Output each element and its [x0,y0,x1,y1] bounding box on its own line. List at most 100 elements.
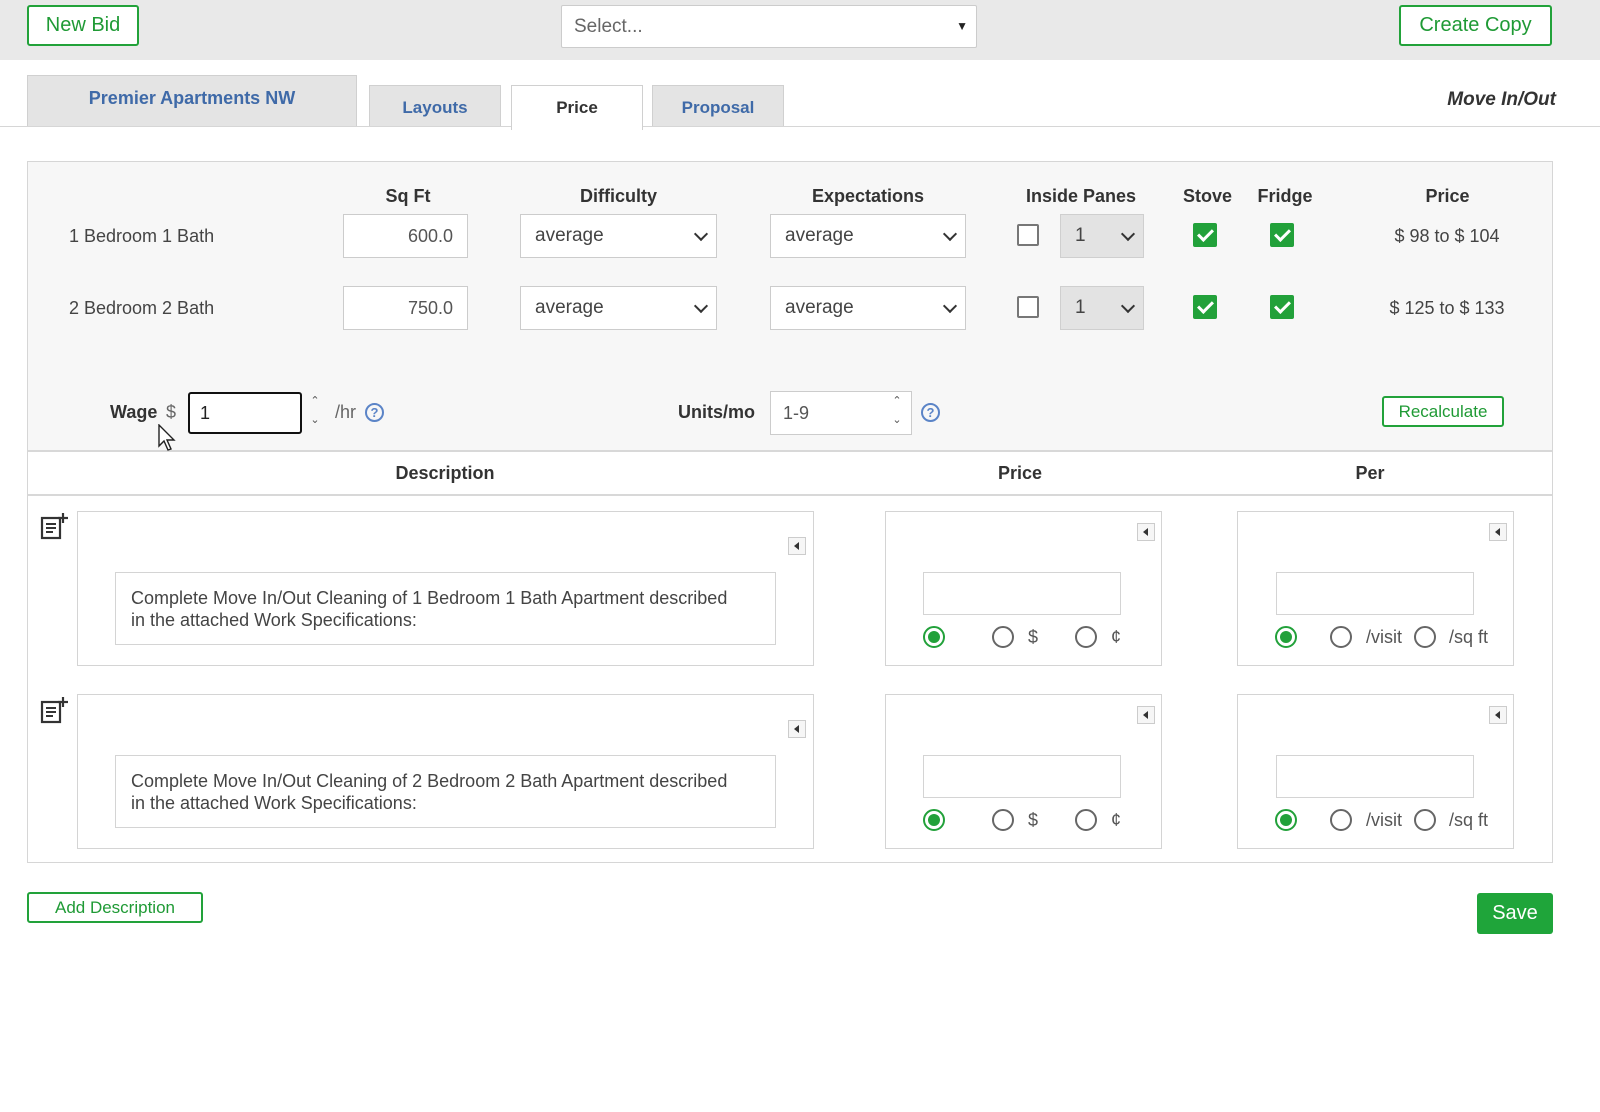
section-divider [28,450,1552,452]
per-input[interactable] [1276,755,1474,798]
create-copy-button[interactable]: Create Copy [1399,5,1552,46]
price-mode-cent-radio[interactable] [1075,809,1097,831]
tab-price[interactable]: Price [511,85,643,130]
new-bid-button[interactable]: New Bid [27,5,139,46]
price-mode-cent-radio[interactable] [1075,626,1097,648]
difficulty-value: average [535,225,604,246]
spinner-down-icon[interactable]: ⌄ [890,414,904,426]
wage-unit: /hr [335,402,357,422]
panes-count-select[interactable]: 1 [1060,214,1144,258]
fridge-checkbox[interactable] [1270,295,1294,319]
sqft-input[interactable]: 750.0 [343,286,468,330]
header-sqft: Sq Ft [385,186,431,206]
expectations-select[interactable]: average [770,214,966,258]
stove-checkbox[interactable] [1193,295,1217,319]
wage-input[interactable]: 1 [188,392,302,434]
dollar-label: $ [1028,810,1039,830]
cent-label: ¢ [1111,810,1122,830]
chevron-down-icon [1120,226,1136,242]
header-expectations: Expectations [811,186,925,206]
price-mode-none-radio[interactable] [923,626,945,648]
collapse-icon[interactable] [1489,706,1507,724]
add-note-icon[interactable] [40,696,68,724]
collapse-icon[interactable] [788,537,806,555]
mouse-cursor-icon [158,424,176,451]
help-icon[interactable]: ? [365,403,384,422]
per-sqft-radio[interactable] [1414,626,1436,648]
per-mode-none-radio[interactable] [1275,626,1297,648]
layout-name: 2 Bedroom 2 Bath [69,298,215,318]
difficulty-select[interactable]: average [520,286,717,330]
add-note-icon[interactable] [40,512,68,540]
chevron-down-icon [942,226,958,242]
difficulty-value: average [535,297,604,318]
expectations-value: average [785,225,854,246]
caret-down-icon: ▼ [956,19,968,33]
per-visit-label: /visit [1366,810,1402,830]
expectations-select[interactable]: average [770,286,966,330]
units-label: Units/mo [678,402,756,422]
per-visit-radio[interactable] [1330,809,1352,831]
header-inside-panes: Inside Panes [1025,186,1137,206]
price-mode-dollar-radio[interactable] [992,626,1014,648]
bid-select[interactable]: Select... ▼ [561,5,977,48]
chevron-down-icon [693,298,709,314]
service-type-label: Move In/Out [1447,89,1556,110]
description-text-box[interactable]: Complete Move In/Out Cleaning of 2 Bedro… [115,755,776,828]
fridge-checkbox[interactable] [1270,223,1294,247]
description-text: Complete Move In/Out Cleaning of 1 Bedro… [131,588,728,630]
tab-proposal[interactable]: Proposal [652,85,784,126]
per-sqft-label: /sq ft [1449,810,1489,830]
inside-panes-checkbox[interactable] [1017,296,1039,318]
sqft-input[interactable]: 600.0 [343,214,468,258]
description-card: Complete Move In/Out Cleaning of 1 Bedro… [77,511,814,666]
header-fridge: Fridge [1257,186,1313,206]
header-difficulty: Difficulty [579,186,657,206]
line-price-input[interactable] [923,755,1121,798]
per-sqft-label: /sq ft [1449,627,1489,647]
inside-panes-checkbox[interactable] [1017,224,1039,246]
panes-count-select[interactable]: 1 [1060,286,1144,330]
header-line-price: Price [997,463,1043,483]
header-description: Description [395,463,495,483]
chevron-down-icon [693,226,709,242]
per-visit-label: /visit [1366,627,1402,647]
recalculate-button[interactable]: Recalculate [1382,396,1504,427]
tab-layouts[interactable]: Layouts [369,85,501,126]
per-input[interactable] [1276,572,1474,615]
per-card: /visit /sq ft [1237,694,1514,849]
difficulty-select[interactable]: average [520,214,717,258]
header-price: Price [1425,186,1470,206]
save-button[interactable]: Save [1477,893,1553,934]
header-per: Per [1355,463,1385,483]
line-price-card: $ ¢ [885,511,1162,666]
dollar-label: $ [1028,627,1039,647]
stove-checkbox[interactable] [1193,223,1217,247]
collapse-icon[interactable] [1489,523,1507,541]
panes-count-value: 1 [1075,297,1086,318]
expectations-value: average [785,297,854,318]
line-price-input[interactable] [923,572,1121,615]
description-text-box[interactable]: Complete Move In/Out Cleaning of 1 Bedro… [115,572,776,645]
bid-select-value: Select... [574,16,643,37]
help-icon[interactable]: ? [921,403,940,422]
collapse-icon[interactable] [1137,706,1155,724]
spinner-down-icon[interactable]: ⌄ [308,414,322,426]
tab-property[interactable]: Premier Apartments NW [27,75,357,126]
per-mode-none-radio[interactable] [1275,809,1297,831]
collapse-icon[interactable] [1137,523,1155,541]
add-description-button[interactable]: Add Description [27,892,203,923]
line-price-card: $ ¢ [885,694,1162,849]
spinner-up-icon[interactable]: ⌃ [890,395,904,407]
panes-count-value: 1 [1075,225,1086,246]
per-sqft-radio[interactable] [1414,809,1436,831]
per-visit-radio[interactable] [1330,626,1352,648]
description-card: Complete Move In/Out Cleaning of 2 Bedro… [77,694,814,849]
spinner-up-icon[interactable]: ⌃ [308,395,322,407]
collapse-icon[interactable] [788,720,806,738]
cent-label: ¢ [1111,627,1122,647]
price-mode-none-radio[interactable] [923,809,945,831]
description-text: Complete Move In/Out Cleaning of 2 Bedro… [131,771,728,813]
price-mode-dollar-radio[interactable] [992,809,1014,831]
per-card: /visit /sq ft [1237,511,1514,666]
